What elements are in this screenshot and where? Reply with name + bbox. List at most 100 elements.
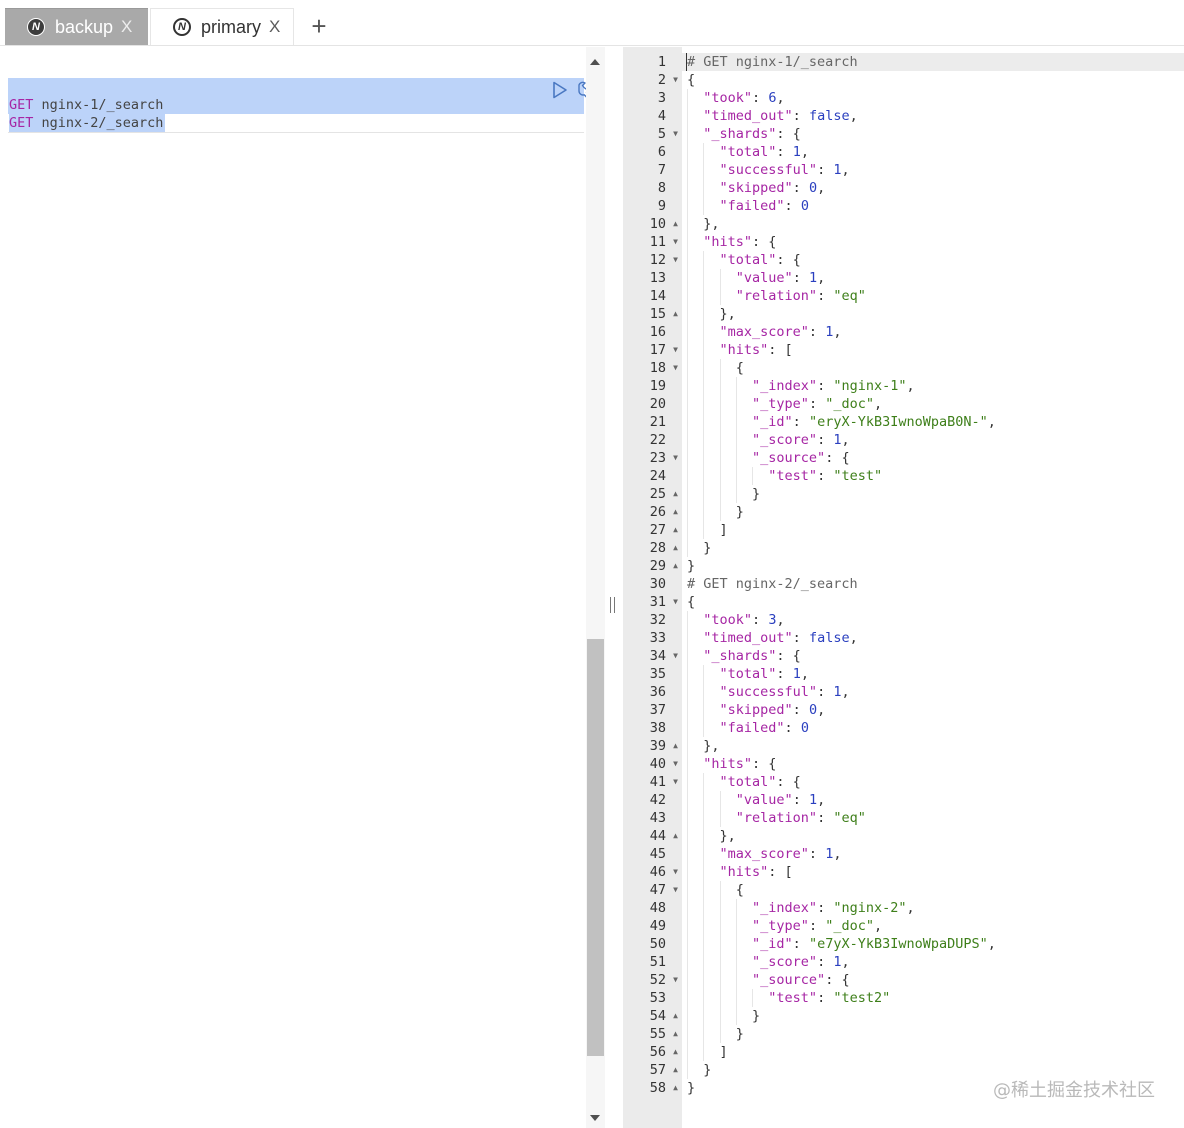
fold-close-icon[interactable]: ▲ (673, 1079, 678, 1097)
line-number-text: 19 (649, 378, 666, 394)
http-method: GET (9, 115, 34, 131)
json-punctuation: , (906, 378, 915, 394)
line-number-text: 57 (649, 1062, 666, 1078)
json-punctuation: , (817, 702, 826, 718)
json-key: "_id" (752, 936, 793, 952)
fold-close-icon[interactable]: ▲ (673, 521, 678, 539)
fold-open-icon[interactable]: ▼ (673, 755, 678, 773)
scroll-up-icon[interactable] (590, 59, 600, 65)
fold-open-icon[interactable]: ▼ (673, 593, 678, 611)
fold-open-icon[interactable]: ▼ (673, 341, 678, 359)
fold-open-icon[interactable]: ▼ (673, 251, 678, 269)
editor-line[interactable]: GET nginx-2/_search (9, 114, 166, 132)
line-number-text: 26 (649, 504, 666, 520)
line-number: 33 (623, 629, 682, 647)
add-tab-button[interactable]: + (308, 12, 330, 40)
fold-close-icon[interactable]: ▲ (673, 737, 678, 755)
json-punctuation (687, 414, 752, 430)
json-punctuation (687, 396, 752, 412)
json-string: "_doc" (825, 918, 874, 934)
fold-open-icon[interactable]: ▼ (673, 359, 678, 377)
code-line: } (687, 557, 695, 575)
fold-close-icon[interactable]: ▲ (673, 485, 678, 503)
line-number-text: 48 (649, 900, 666, 916)
fold-close-icon[interactable]: ▲ (673, 557, 678, 575)
json-number: 0 (808, 702, 818, 718)
editor-line[interactable]: GET nginx-1/_search (9, 96, 163, 114)
close-icon[interactable]: X (121, 17, 132, 37)
json-punctuation (687, 774, 720, 790)
fold-open-icon[interactable]: ▼ (673, 773, 678, 791)
line-number-text: 4 (657, 108, 666, 124)
play-triangle-icon[interactable] (552, 81, 568, 99)
json-punctuation (687, 648, 703, 664)
code-line: { (687, 593, 695, 611)
fold-close-icon[interactable]: ▲ (673, 1061, 678, 1079)
json-key: "skipped" (719, 702, 793, 718)
panel-resizer-handle[interactable] (609, 597, 617, 615)
fold-open-icon[interactable]: ▼ (673, 449, 678, 467)
line-number-text: 11 (649, 234, 666, 250)
fold-close-icon[interactable]: ▲ (673, 539, 678, 557)
line-number-gutter: 1 2 ▼ 3 4 5 ▼ 6 7 8 9 10 ▲ 11 ▼ 12 ▼ 13 14 15 ▲ 16 17 ▼ 18 ▼ 19 20 2… (623, 47, 682, 1128)
json-key: "_index" (752, 378, 818, 394)
tab-primary[interactable]: N primary X (150, 8, 294, 45)
line-number: 10 ▲ (623, 215, 682, 233)
json-string: "eryX-YkB3IwnoWpaB0N-" (808, 414, 988, 430)
fold-open-icon[interactable]: ▼ (673, 233, 678, 251)
fold-close-icon[interactable]: ▲ (673, 827, 678, 845)
fold-open-icon[interactable]: ▼ (673, 125, 678, 143)
editor-scrollbar[interactable] (586, 47, 605, 1128)
fold-open-icon[interactable]: ▼ (673, 71, 678, 89)
json-key: "relation" (735, 810, 818, 826)
line-number: 55 ▲ (623, 1025, 682, 1043)
code-line: }, (687, 737, 719, 755)
scroll-down-icon[interactable] (590, 1115, 600, 1121)
json-boolean: false (808, 630, 850, 646)
json-key: "relation" (735, 288, 818, 304)
json-punctuation: : (817, 378, 834, 394)
json-punctuation (687, 126, 703, 142)
json-string: "test2" (833, 990, 891, 1006)
text-cursor (686, 53, 687, 71)
json-punctuation: }, (687, 306, 736, 322)
json-number: 1 (808, 792, 818, 808)
fold-open-icon[interactable]: ▼ (673, 647, 678, 665)
json-key: "hits" (703, 234, 753, 250)
fold-open-icon[interactable]: ▼ (673, 971, 678, 989)
code-line: "failed": 0 (687, 719, 809, 737)
code-line: "relation": "eq" (687, 287, 866, 305)
request-editor[interactable]: GET nginx-1/_search GET nginx-2/_search (0, 47, 595, 1128)
json-string: "eq" (833, 288, 866, 304)
json-punctuation: { (687, 360, 744, 376)
elasticsearch-head-icon: N (173, 18, 191, 36)
fold-open-icon[interactable]: ▼ (673, 881, 678, 899)
json-punctuation: : (817, 468, 834, 484)
json-punctuation: : (784, 720, 801, 736)
line-number-text: 52 (649, 972, 666, 988)
line-number: 54 ▲ (623, 1007, 682, 1025)
fold-close-icon[interactable]: ▲ (673, 1043, 678, 1061)
fold-open-icon[interactable]: ▼ (673, 863, 678, 881)
fold-close-icon[interactable]: ▲ (673, 503, 678, 521)
fold-close-icon[interactable]: ▲ (673, 1025, 678, 1043)
response-output[interactable]: 1 2 ▼ 3 4 5 ▼ 6 7 8 9 10 ▲ 11 ▼ 12 ▼ 13 14 15 ▲ 16 17 ▼ 18 ▼ 19 20 2… (623, 47, 1184, 1128)
json-punctuation: }, (687, 216, 720, 232)
json-punctuation (687, 792, 736, 808)
fold-close-icon[interactable]: ▲ (673, 305, 678, 323)
tab-backup[interactable]: N backup X (5, 8, 148, 45)
json-key: "value" (735, 270, 793, 286)
json-punctuation: : (808, 846, 826, 862)
code-line: "took": 3, (687, 611, 784, 629)
code-line: "_id": "e7yX-YkB3IwnoWpaDUPS", (687, 935, 996, 953)
fold-close-icon[interactable]: ▲ (673, 1007, 678, 1025)
line-number-text: 36 (649, 684, 666, 700)
json-punctuation (687, 630, 703, 646)
close-icon[interactable]: X (269, 17, 280, 37)
line-number: 13 (623, 269, 682, 287)
line-number: 38 (623, 719, 682, 737)
scrollbar-thumb[interactable] (587, 639, 604, 1056)
code-line: } (687, 485, 760, 503)
fold-close-icon[interactable]: ▲ (673, 215, 678, 233)
json-punctuation: : (817, 900, 834, 916)
